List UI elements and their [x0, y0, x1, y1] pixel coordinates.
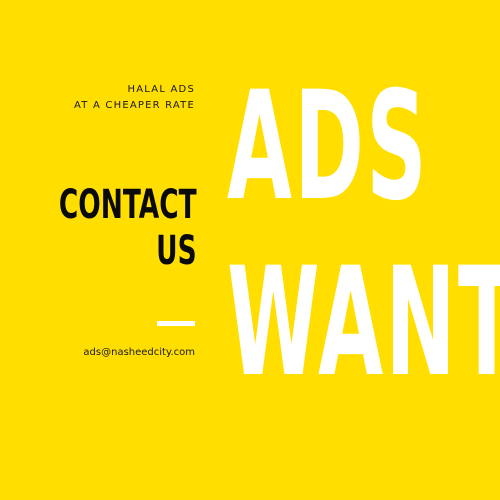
contact-line-1: CONTACT [59, 182, 197, 228]
headline-line-1: ADS [227, 60, 429, 234]
contact-us-heading: CONTACT US [59, 182, 197, 274]
contact-email: ads@nasheedcity.com [83, 347, 195, 358]
ad-poster: HALAL ADS AT A CHEAPER RATE CONTACT US a… [0, 0, 500, 500]
headline-line-2: WANTED [227, 236, 500, 410]
tagline: HALAL ADS AT A CHEAPER RATE [74, 82, 195, 114]
contact-line-2: US [156, 228, 197, 274]
tagline-line-2: AT A CHEAPER RATE [74, 100, 195, 111]
tagline-line-1: HALAL ADS [127, 84, 195, 95]
ads-wanted-headline: ADS WANTED [227, 72, 500, 398]
dash-divider [157, 321, 195, 326]
